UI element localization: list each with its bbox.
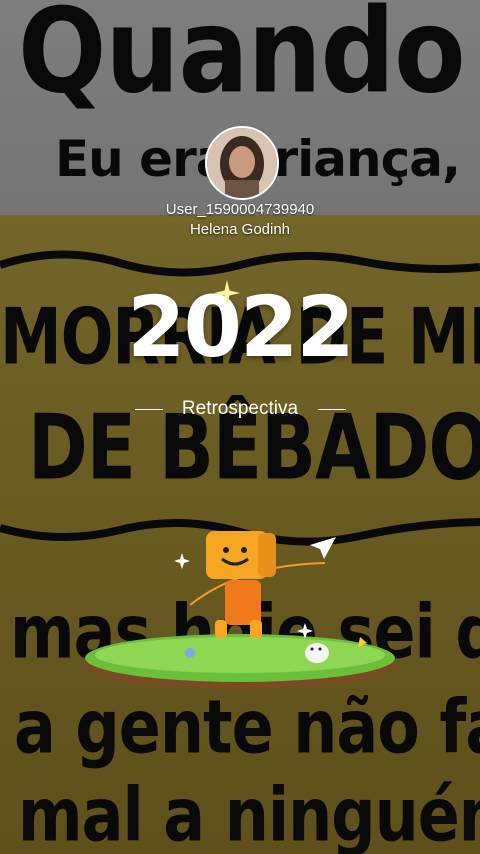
subtitle-divider-right xyxy=(318,409,346,410)
recap-year: 2022 xyxy=(127,278,355,376)
mascot-illustration xyxy=(85,531,395,689)
sparkle-icon xyxy=(214,280,240,306)
display-name-label: Helena Godinh xyxy=(189,221,291,238)
avatar[interactable] xyxy=(205,126,279,200)
recap-subtitle: Retrospectiva xyxy=(181,398,299,419)
username-label: User_1590004739940 xyxy=(165,201,315,218)
avatar-photo-icon xyxy=(207,128,277,198)
